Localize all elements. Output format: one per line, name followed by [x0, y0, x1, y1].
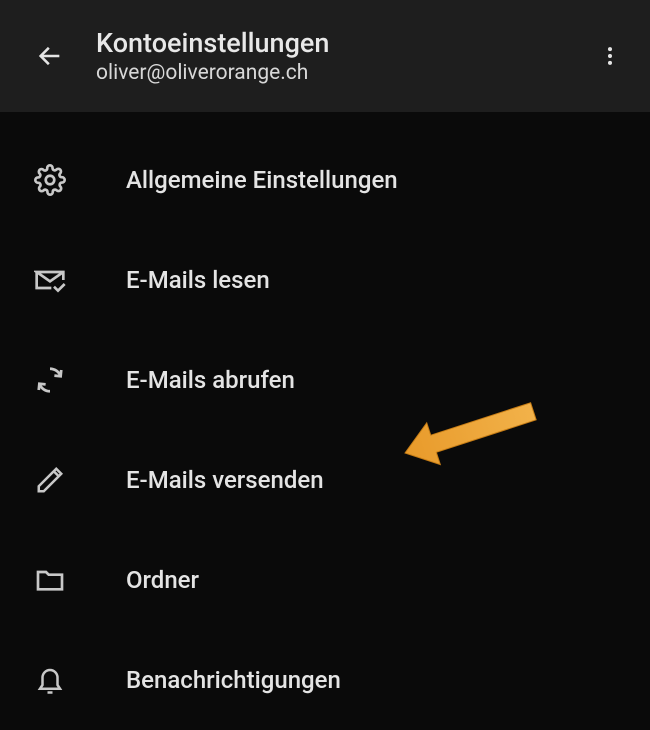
arrow-left-icon — [36, 42, 64, 70]
menu-item-fetch-mails[interactable]: E-Mails abrufen — [0, 330, 650, 430]
back-button[interactable] — [30, 36, 70, 76]
menu-item-label: E-Mails versenden — [126, 466, 324, 494]
menu-item-read-mails[interactable]: E-Mails lesen — [0, 230, 650, 330]
menu-item-label: Ordner — [126, 566, 199, 594]
account-email: oliver@oliverorange.ch — [96, 61, 590, 85]
menu-item-label: Benachrichtigungen — [126, 666, 341, 694]
pencil-icon — [30, 460, 70, 500]
menu-item-label: Allgemeine Einstellungen — [126, 166, 398, 194]
folder-icon — [30, 560, 70, 600]
sync-icon — [30, 360, 70, 400]
more-options-button[interactable] — [590, 36, 630, 76]
menu-item-label: E-Mails abrufen — [126, 366, 295, 394]
mail-check-icon — [30, 260, 70, 300]
dots-vertical-icon — [599, 45, 621, 67]
menu-item-send-mails[interactable]: E-Mails versenden — [0, 430, 650, 530]
header-text: Kontoeinstellungen oliver@oliverorange.c… — [96, 27, 590, 85]
settings-menu: Allgemeine Einstellungen E-Mails lesen E… — [0, 112, 650, 730]
menu-item-general[interactable]: Allgemeine Einstellungen — [0, 130, 650, 230]
menu-item-label: E-Mails lesen — [126, 266, 270, 294]
gear-icon — [30, 160, 70, 200]
page-title: Kontoeinstellungen — [96, 27, 590, 59]
bell-icon — [30, 660, 70, 700]
menu-item-notifications[interactable]: Benachrichtigungen — [0, 630, 650, 730]
menu-item-folders[interactable]: Ordner — [0, 530, 650, 630]
app-header: Kontoeinstellungen oliver@oliverorange.c… — [0, 0, 650, 112]
